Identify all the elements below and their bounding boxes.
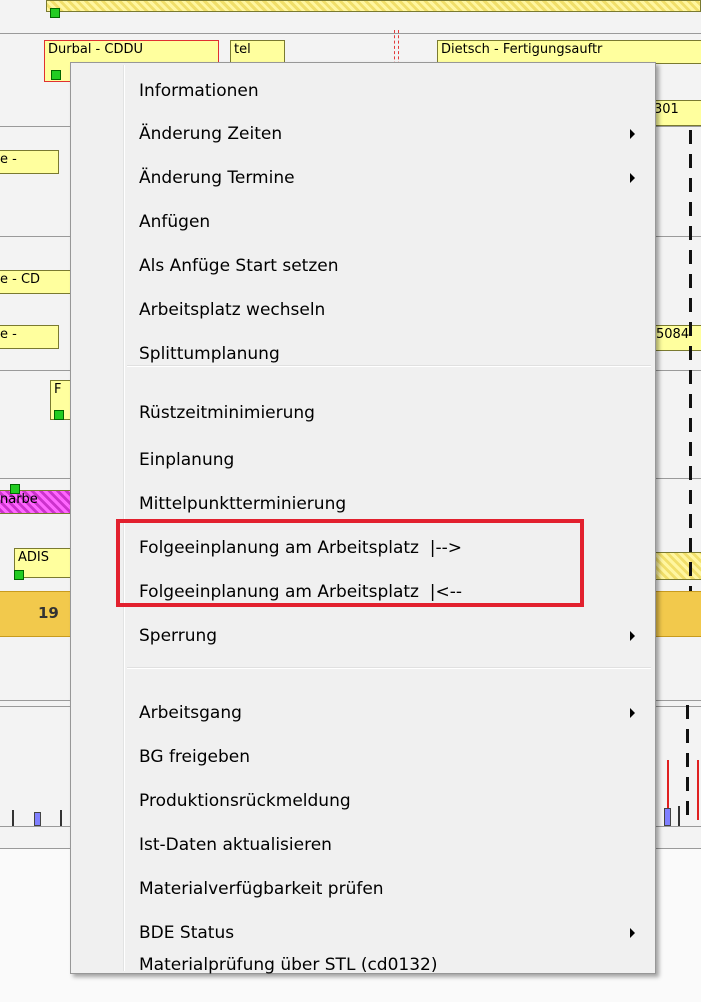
gantt-bar-handle[interactable]: [10, 484, 20, 494]
menu-item-informationen[interactable]: Informationen: [139, 71, 645, 111]
menu-item-label: Produktionsrückmeldung: [139, 791, 351, 811]
menu-item-label: Anfügen: [139, 212, 211, 232]
menu-item-label: Änderung Termine: [139, 168, 295, 188]
gantt-bar-handle[interactable]: [51, 70, 61, 80]
menu-item-bg-freigeben[interactable]: BG freigeben: [139, 737, 645, 777]
gantt-marker-line: [689, 130, 692, 600]
histogram-bar: [664, 808, 671, 826]
menu-item-folgeeinplanung-rueckwaerts[interactable]: Folgeeinplanung am Arbeitsplatz |<--: [139, 572, 645, 612]
histogram-bar: [678, 806, 680, 826]
menu-item-arbeitsplatz-wechseln[interactable]: Arbeitsplatz wechseln: [139, 290, 645, 330]
menu-item-mittelpunktterminierung[interactable]: Mittelpunktterminierung: [139, 484, 645, 524]
menu-icon-gutter: [123, 65, 125, 971]
menu-item-label: Folgeeinplanung am Arbeitsplatz |<--: [139, 582, 463, 602]
menu-item-ruestzeitminimierung[interactable]: Rüstzeitminimierung: [139, 393, 645, 433]
menu-item-label: Als Anfüge Start setzen: [139, 256, 339, 276]
menu-item-materialpruefung-stl[interactable]: Materialprüfung über STL (cd0132): [139, 955, 645, 975]
gantt-bar-right[interactable]: 5084: [652, 325, 701, 351]
gantt-row-line: [0, 33, 701, 34]
menu-item-ist-daten-aktualisieren[interactable]: Ist-Daten aktualisieren: [139, 825, 645, 865]
menu-separator: [127, 365, 651, 367]
submenu-arrow-icon: [630, 708, 635, 718]
gantt-bar-hatched-right[interactable]: [652, 552, 701, 580]
menu-item-aenderung-zeiten[interactable]: Änderung Zeiten: [139, 114, 645, 154]
menu-item-label: Mittelpunktterminierung: [139, 494, 347, 514]
menu-item-sperrung[interactable]: Sperrung: [139, 616, 645, 656]
menu-item-label: Splittumplanung: [139, 344, 280, 364]
gantt-marker-line: [686, 705, 689, 825]
menu-item-label: Folgeeinplanung am Arbeitsplatz |-->: [139, 538, 463, 558]
menu-item-splittumplanung[interactable]: Splittumplanung: [139, 334, 645, 374]
gantt-bar-handle[interactable]: [14, 570, 24, 580]
menu-item-label: Materialverfügbarkeit prüfen: [139, 879, 384, 899]
submenu-arrow-icon: [630, 173, 635, 183]
gantt-bar-left[interactable]: e - CD: [0, 270, 79, 294]
context-menu: Informationen Änderung Zeiten Änderung T…: [70, 62, 656, 975]
gantt-bar-left[interactable]: e -: [0, 325, 59, 349]
menu-item-label: Ist-Daten aktualisieren: [139, 835, 332, 855]
menu-item-label: BG freigeben: [139, 747, 250, 767]
gantt-red-tick: [697, 760, 699, 820]
submenu-arrow-icon: [630, 129, 635, 139]
gantt-date-label: 19: [38, 604, 59, 622]
gantt-bar-handle[interactable]: [50, 8, 60, 18]
gantt-bar-tel[interactable]: tel: [230, 40, 285, 64]
menu-item-produktionsrueckmeldung[interactable]: Produktionsrückmeldung: [139, 781, 645, 821]
histogram-bar: [34, 812, 41, 826]
menu-item-label: Informationen: [139, 81, 259, 101]
menu-item-arbeitsgang[interactable]: Arbeitsgang: [139, 693, 645, 733]
submenu-arrow-icon: [630, 928, 635, 938]
menu-item-label: Rüstzeitminimierung: [139, 403, 315, 423]
menu-item-label: BDE Status: [139, 923, 235, 943]
menu-item-label: Einplanung: [139, 450, 235, 470]
menu-item-anfuegen[interactable]: Anfügen: [139, 202, 645, 242]
gantt-bar-dietsch[interactable]: Dietsch - Fertigungsauftr: [437, 40, 701, 64]
submenu-arrow-icon: [630, 631, 635, 641]
histogram-bar: [60, 810, 62, 826]
menu-item-label: Materialprüfung über STL (cd0132): [139, 955, 438, 975]
gantt-bar-handle[interactable]: [54, 410, 64, 420]
menu-item-label: Arbeitsgang: [139, 703, 242, 723]
menu-item-als-anfuege-start-setzen[interactable]: Als Anfüge Start setzen: [139, 246, 645, 286]
menu-item-label: Arbeitsplatz wechseln: [139, 300, 326, 320]
menu-item-materialverfuegbarkeit-pruefen[interactable]: Materialverfügbarkeit prüfen: [139, 869, 645, 909]
histogram-bar: [12, 810, 14, 826]
menu-item-einplanung[interactable]: Einplanung: [139, 440, 645, 480]
gantt-bar-top[interactable]: [46, 0, 701, 12]
menu-separator: [127, 667, 651, 669]
menu-item-folgeeinplanung-vorwaerts[interactable]: Folgeeinplanung am Arbeitsplatz |-->: [139, 528, 645, 568]
menu-item-bde-status[interactable]: BDE Status: [139, 913, 645, 953]
gantt-bar-left[interactable]: e -: [0, 150, 59, 174]
menu-item-label: Änderung Zeiten: [139, 124, 283, 144]
menu-item-aenderung-termine[interactable]: Änderung Termine: [139, 158, 645, 198]
menu-item-label: Sperrung: [139, 626, 218, 646]
gantt-bar-right[interactable]: 301: [650, 100, 701, 126]
